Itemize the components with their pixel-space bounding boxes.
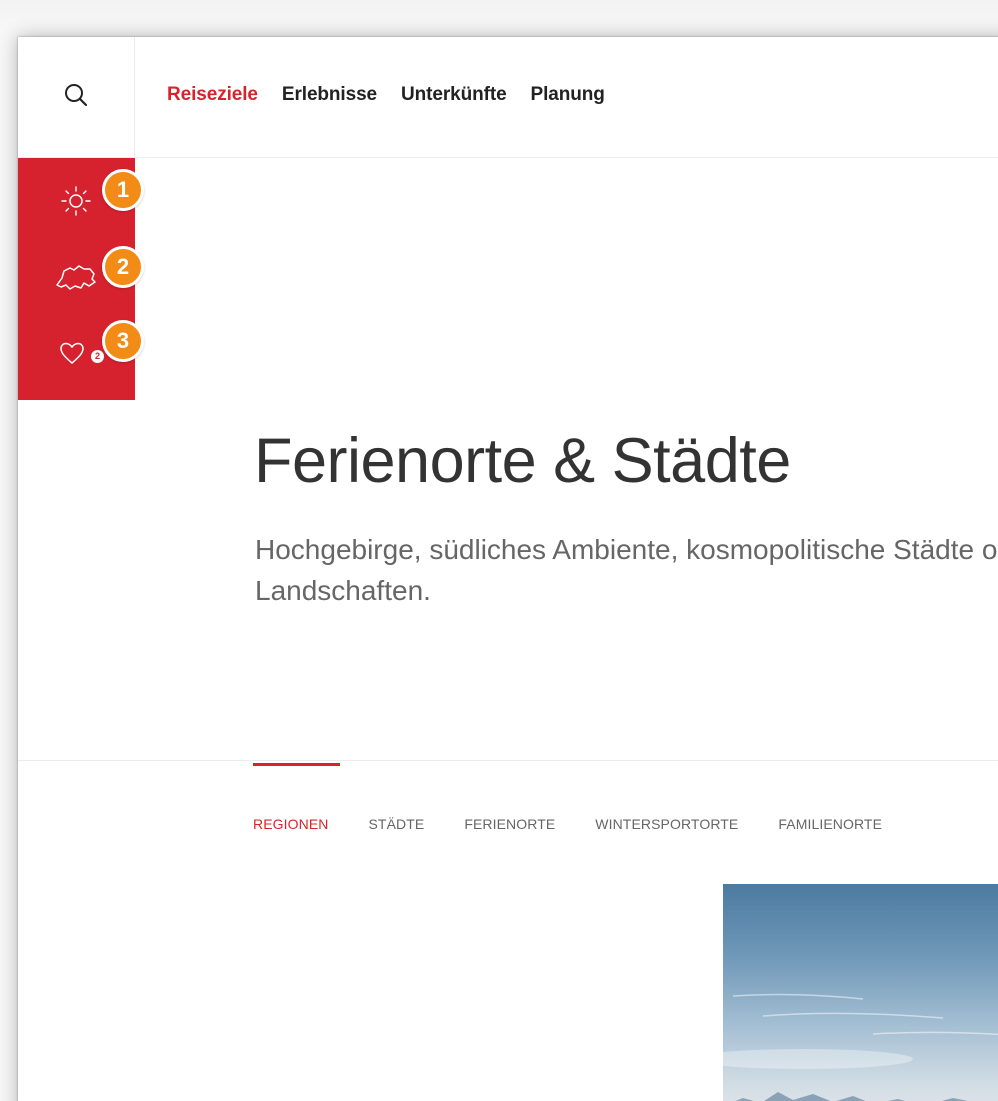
site-header: Reiseziele Erlebnisse Unterkünfte Planun… xyxy=(18,37,998,158)
heart-icon: 2 xyxy=(56,337,104,367)
mountain-landscape-image xyxy=(723,993,998,1101)
page-subtitle: Hochgebirge, südliches Ambiente, kosmopo… xyxy=(255,534,998,606)
search-button[interactable] xyxy=(18,37,135,158)
nav-item-unterkuenfte[interactable]: Unterkünfte xyxy=(401,84,507,106)
active-tab-indicator xyxy=(253,763,340,766)
callout-marker-3: 3 xyxy=(102,320,144,362)
favorites-count-badge: 2 xyxy=(91,350,104,363)
quick-access-sidebar: 2 1 2 3 xyxy=(18,158,144,400)
callout-marker-1: 1 xyxy=(102,169,144,211)
nav-item-erlebnisse[interactable]: Erlebnisse xyxy=(282,84,377,106)
tab-wintersportorte[interactable]: WINTERSPORTORTE xyxy=(595,816,738,832)
screenshot-stage: Reiseziele Erlebnisse Unterkünfte Planun… xyxy=(0,0,998,1101)
favorites-button[interactable]: 2 xyxy=(46,327,106,377)
sun-icon xyxy=(59,184,93,223)
tab-staedte[interactable]: STÄDTE xyxy=(368,816,424,832)
nav-item-planung[interactable]: Planung xyxy=(531,84,605,106)
nav-item-reiseziele[interactable]: Reiseziele xyxy=(167,84,258,106)
tabs-divider xyxy=(18,760,998,761)
category-tabs: REGIONEN STÄDTE FERIENORTE WINTERSPORTOR… xyxy=(253,816,922,832)
region-photo[interactable] xyxy=(723,884,998,1101)
weather-button[interactable] xyxy=(46,178,106,228)
switzerland-map-icon xyxy=(54,261,98,296)
callout-marker-2: 2 xyxy=(102,246,144,288)
page-title: Ferienorte & Städte xyxy=(254,426,791,496)
search-icon xyxy=(63,82,89,113)
main-nav: Reiseziele Erlebnisse Unterkünfte Planun… xyxy=(167,84,629,106)
tab-familienorte[interactable]: FAMILIENORTE xyxy=(778,816,882,832)
tab-regionen[interactable]: REGIONEN xyxy=(253,816,328,832)
browser-window: Reiseziele Erlebnisse Unterkünfte Planun… xyxy=(18,37,998,1101)
tab-ferienorte[interactable]: FERIENORTE xyxy=(464,816,555,832)
map-button[interactable] xyxy=(46,253,106,303)
